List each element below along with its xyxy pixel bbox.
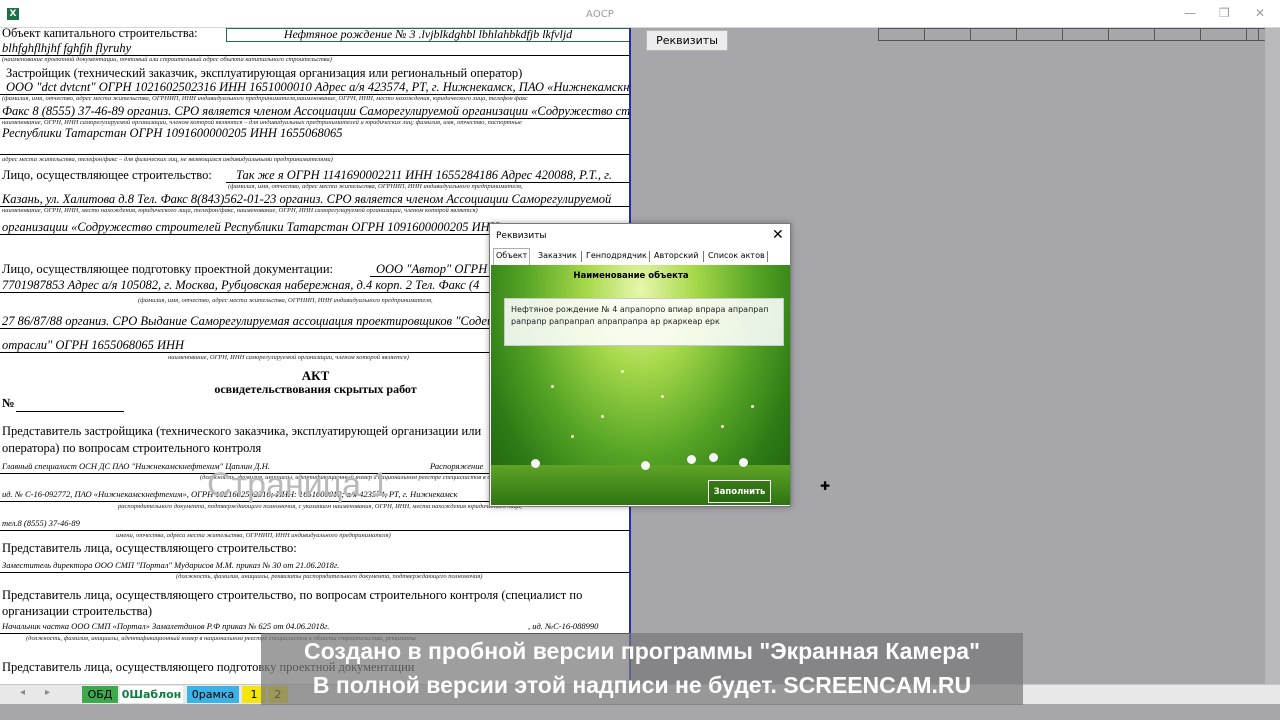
- design-line-2: 7701987853 Адрес а/я 105082, г. Москва, …: [2, 278, 480, 292]
- header-cells: [878, 28, 1280, 41]
- object-name-textarea[interactable]: Нефтяное рождение № 4 апрапорпо впиар вп…: [504, 298, 784, 346]
- dialog-close-icon[interactable]: ✕: [772, 227, 784, 243]
- caption: наименование, ОГРН, ИНН саморегулируемой…: [168, 354, 409, 361]
- horizontal-scrollbar[interactable]: [0, 704, 1280, 720]
- object-details: blhfghflhjhf fghfjh flyruhy: [2, 41, 132, 55]
- flower-decoration: [739, 458, 748, 467]
- builder-label: Лицо, осуществляющее строительство:: [2, 168, 212, 182]
- trial-watermark: Создано в пробной версии программы "Экра…: [261, 633, 1023, 705]
- object-name-heading: Наименование объекта: [573, 271, 689, 281]
- trial-watermark-line-2: В полной версии этой надписи не будет. S…: [312, 672, 972, 698]
- rep3-line-1: Представитель лица, осуществляющего стро…: [2, 588, 583, 602]
- tab-customer[interactable]: Заказчик: [536, 250, 579, 264]
- window-title: АОСР: [586, 9, 614, 20]
- tab-author[interactable]: Авторский: [652, 250, 700, 264]
- caption: (должность, фамилия, инициалы, реквизиты…: [176, 573, 483, 580]
- design-label: Лицо, осуществляющее подготовку проектно…: [2, 262, 333, 276]
- rekvizity-button[interactable]: Реквизиты: [646, 30, 728, 51]
- caption: (фамилия, имя, отчество, адрес места жит…: [2, 95, 528, 102]
- sheet-tab-obd[interactable]: ОБД: [82, 686, 118, 703]
- sheet-tab-label: ОБД: [87, 688, 113, 701]
- caption: (фамилия, имя, отчество, адрес места жит…: [228, 183, 523, 190]
- sheet-tab-label: 0рамка: [191, 688, 235, 701]
- rep3-line-2: организации строительства): [2, 604, 152, 618]
- close-window-button[interactable]: ✕: [1255, 6, 1265, 20]
- rep3-value: Начальник частка ООО СМП «Портал» Замале…: [2, 621, 330, 631]
- dialog-title: Реквизиты: [496, 231, 547, 241]
- caption: наименование, ОГРН, ИНН, место нахождени…: [2, 207, 478, 214]
- sheet-tab-ramka[interactable]: 0рамка: [187, 686, 239, 703]
- design-line-3: 27 86/87/88 организ. СРО Выдание Саморег…: [2, 314, 526, 328]
- developer-line-2: Факс 8 (8555) 37-46-89 организ. СРО явля…: [2, 104, 631, 118]
- design-value: ООО "Автор" ОГРН: [376, 262, 488, 276]
- rep2-label: Представитель лица, осуществляющего стро…: [2, 541, 297, 555]
- builder-value: Так же я ОГРН 1141690002211 ИНН 16552841…: [236, 168, 612, 182]
- rekvizity-dialog: Реквизиты ✕ Объект Заказчик Генподрядчик…: [489, 223, 791, 507]
- title-bar: X АОСР — ❐ ✕: [0, 0, 1280, 28]
- developer-line-3: Республики Татарстан ОГРН 1091600000205 …: [2, 126, 343, 140]
- flower-decoration: [641, 461, 650, 470]
- excel-icon: X: [7, 8, 19, 20]
- builder-line-3: организации «Содружество строителей Респ…: [2, 220, 499, 234]
- dialog-panel: Наименование объекта Нефтяное рождение №…: [491, 265, 790, 505]
- sheet-tab-label: 1: [250, 688, 258, 701]
- rep2-value: Заместитель директора ООО СМП "Портал" М…: [2, 560, 340, 570]
- developer-title: Застройщик (технический заказчик, эксплу…: [6, 66, 523, 80]
- flower-decoration: [531, 459, 540, 468]
- caption: (фамилия, имя, отчество, адрес места жит…: [138, 297, 433, 304]
- page-watermark: Страница 1: [207, 466, 390, 504]
- design-line-4: отрасли" ОГРН 1655068065 ИНН: [2, 338, 185, 352]
- act-number: №: [2, 396, 15, 410]
- cursor-icon: ✚: [820, 479, 831, 493]
- fill-button[interactable]: Заполнить: [708, 480, 771, 503]
- rep1-value-right: Распоряжение: [430, 461, 484, 471]
- object-label: Объект капитального строительства:: [2, 28, 198, 40]
- sheet-tab-label: 0Шаблон: [121, 688, 182, 701]
- sheet-tab-shablon[interactable]: 0Шаблон: [120, 686, 183, 703]
- rep1-line-1: Представитель застройщика (технического …: [2, 424, 482, 438]
- tab-scroll-left-icon[interactable]: ◂: [20, 687, 25, 698]
- caption: адрес места жительства, телефон/факс – д…: [2, 156, 333, 163]
- trial-watermark-line-1: Создано в пробной версии программы "Экра…: [304, 638, 980, 664]
- dialog-tabs: Объект Заказчик Генподрядчик Авторский С…: [491, 248, 789, 265]
- developer-line: ООО "dct dvtcnt" ОГРН 1021602502316 ИНН …: [6, 80, 631, 94]
- caption: (наименование проектной документации, по…: [2, 56, 332, 63]
- flower-decoration: [687, 455, 696, 464]
- tab-scroll-right-icon[interactable]: ▸: [45, 687, 50, 698]
- tab-object[interactable]: Объект: [493, 248, 531, 265]
- tab-acts-list[interactable]: Список актов: [706, 250, 767, 264]
- object-value-cell[interactable]: Нефтяное рождение № 3 .lvjblkdghbl lbhla…: [226, 28, 629, 42]
- caption: имени, отчества, адреса места жительства…: [116, 532, 391, 539]
- caption: наименование, ОГРН, ИНН саморегулируемой…: [2, 119, 522, 126]
- rep3-value-right: , ид. №С-16-088990: [528, 621, 599, 631]
- rep1-value-3: тел.8 (8555) 37-46-89: [2, 518, 80, 528]
- vertical-scrollbar[interactable]: [1265, 28, 1280, 684]
- minimize-button[interactable]: —: [1184, 6, 1196, 20]
- tab-general-contractor[interactable]: Генподрядчик: [584, 250, 649, 264]
- builder-line-2: Казань, ул. Халитова д.8 Тел. Факс 8(843…: [2, 192, 612, 206]
- rep1-line-2: оператора) по вопросам строительного кон…: [2, 441, 262, 455]
- restore-button[interactable]: ❐: [1219, 6, 1230, 20]
- flower-decoration: [709, 453, 718, 462]
